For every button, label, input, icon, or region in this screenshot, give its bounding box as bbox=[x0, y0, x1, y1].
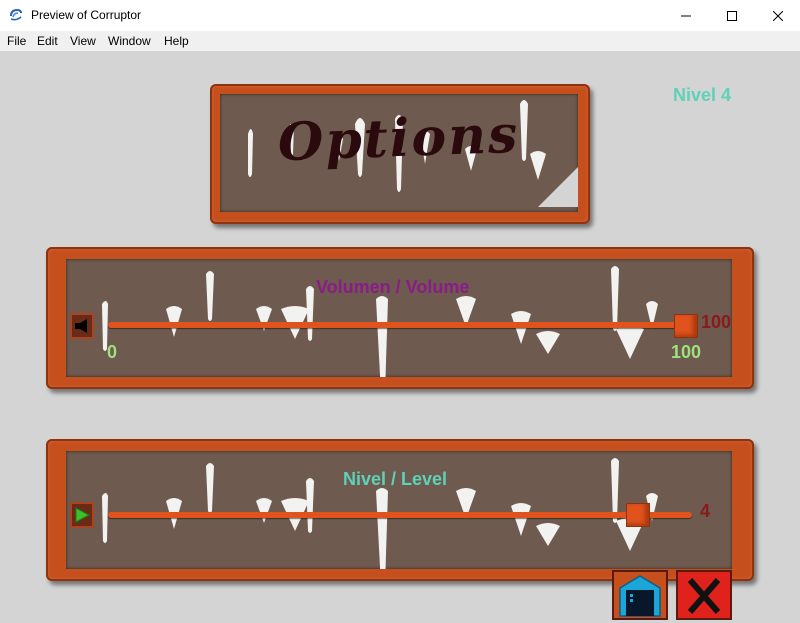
mute-button[interactable] bbox=[70, 313, 94, 339]
corruptor-swirl-icon bbox=[10, 8, 22, 21]
volume-value: 100 bbox=[701, 312, 732, 332]
level-label: Nivel / Level bbox=[343, 469, 448, 489]
speaker-icon bbox=[75, 319, 87, 333]
options-sign-panel: Options bbox=[220, 94, 578, 212]
menu-view[interactable]: View bbox=[70, 34, 96, 48]
volume-panel bbox=[46, 247, 754, 389]
game-canvas: Nivel 4 Options Volumen / Volume 0 100 1… bbox=[0, 51, 800, 620]
menu-help[interactable]: Help bbox=[164, 34, 189, 48]
menu-edit[interactable]: Edit bbox=[37, 34, 58, 48]
volume-min-label: 0 bbox=[107, 342, 118, 362]
options-title: Options bbox=[277, 103, 521, 174]
exit-button[interactable] bbox=[676, 570, 732, 620]
volume-slider-track[interactable] bbox=[108, 322, 692, 328]
play-icon bbox=[75, 507, 90, 523]
level-indicator: Nivel 4 bbox=[673, 85, 732, 105]
maximize-button[interactable] bbox=[709, 0, 755, 31]
menu-file[interactable]: File bbox=[7, 34, 26, 48]
volume-slider-thumb[interactable] bbox=[674, 314, 698, 338]
options-sign: Options bbox=[210, 84, 590, 224]
minimize-icon bbox=[681, 15, 691, 16]
play-button[interactable] bbox=[70, 502, 94, 528]
maximize-icon bbox=[727, 10, 737, 21]
level-value: 4 bbox=[700, 501, 711, 521]
window-title: Preview of Corruptor bbox=[31, 8, 142, 22]
home-icon bbox=[619, 575, 661, 617]
minimize-button[interactable] bbox=[663, 0, 709, 31]
home-button[interactable] bbox=[612, 570, 668, 620]
sign-broken-corner bbox=[538, 167, 578, 207]
volume-max-label: 100 bbox=[671, 342, 702, 362]
close-icon bbox=[773, 10, 783, 21]
level-slider-track[interactable] bbox=[108, 512, 692, 518]
menu-window[interactable]: Window bbox=[108, 34, 151, 48]
red-x-icon bbox=[687, 578, 721, 614]
window-close-button[interactable] bbox=[755, 0, 800, 31]
title-bar: Preview of Corruptor bbox=[0, 0, 800, 31]
menu-bar: File Edit View Window Help bbox=[0, 31, 800, 51]
level-slider-thumb[interactable] bbox=[626, 503, 650, 527]
volume-label: Volumen / Volume bbox=[316, 277, 470, 297]
